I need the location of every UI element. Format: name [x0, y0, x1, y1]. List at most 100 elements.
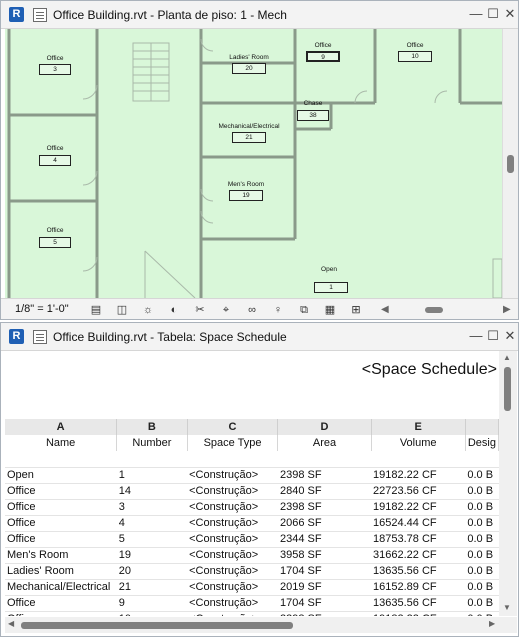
schedule-cell[interactable]: Open [5, 466, 117, 483]
column-header[interactable]: Desig [465, 435, 499, 451]
schedule-horizontal-scrollbar[interactable]: ◀ ▶ [5, 617, 517, 633]
detail-level-icon[interactable]: ▤ [89, 303, 103, 317]
schedule-row[interactable]: Office 14 <Construção> 2840 SF 22723.56 CF 0.… [5, 482, 499, 499]
floor-plan-titlebar[interactable]: R Office Building.rvt - Planta de piso: … [1, 1, 518, 29]
room-number-tag[interactable]: 9 [306, 51, 340, 62]
schedule-cell[interactable]: 1 [116, 466, 188, 483]
column-header[interactable]: Area [277, 435, 372, 451]
close-button[interactable]: ✕ [502, 328, 518, 344]
schedule-cell[interactable]: 1704 SF [277, 562, 372, 579]
room-number-tag[interactable]: 19 [229, 190, 263, 201]
schedule-cell[interactable]: 0.0 B [465, 482, 499, 499]
schedule-cell[interactable]: Men's Room [5, 546, 117, 563]
schedule-row[interactable]: Office 4 <Construção> 2066 SF 16524.44 CF 0.0… [5, 514, 499, 531]
schedule-cell[interactable]: <Construção> [187, 530, 278, 547]
schedule-grid[interactable]: <Space Schedule> A B C D E Name Number S… [5, 351, 499, 616]
schedule-cell[interactable]: 2398 SF [277, 466, 372, 483]
column-letter[interactable]: A [5, 419, 118, 435]
schedule-row[interactable]: Office 9 <Construção> 1704 SF 13635.56 CF 0.0… [5, 594, 499, 611]
plan-horizontal-scroll-thumb[interactable] [425, 307, 443, 313]
schedule-horizontal-scroll-thumb[interactable] [21, 622, 293, 629]
room-number-tag[interactable]: 3 [39, 64, 71, 75]
schedule-cell[interactable]: 2019 SF [277, 578, 372, 595]
schedule-cell[interactable]: 16152.89 CF [371, 578, 466, 595]
room-number-tag[interactable]: 38 [297, 110, 329, 121]
schedule-cell[interactable]: Office [5, 482, 117, 499]
floor-plan-canvas[interactable]: Office 3 Office 4 Office 5 Ladies' Room … [5, 29, 502, 298]
minimize-button[interactable]: — [468, 328, 484, 344]
schedule-cell[interactable]: 19 [116, 546, 188, 563]
schedule-row[interactable]: Men's Room 19 <Construção> 3958 SF 31662.22 … [5, 546, 499, 563]
schedule-cell[interactable]: 0.0 B [465, 610, 499, 616]
schedule-cell[interactable]: 0.0 B [465, 466, 499, 483]
schedule-cell[interactable]: 21 [116, 578, 188, 595]
schedule-cell[interactable]: 3958 SF [277, 546, 372, 563]
schedule-cell[interactable]: Office [5, 498, 117, 515]
schedule-cell[interactable]: 5 [116, 530, 188, 547]
schedule-row[interactable]: Ladies' Room 20 <Construção> 1704 SF 13635.5… [5, 562, 499, 579]
schedule-cell[interactable]: <Construção> [187, 498, 278, 515]
scroll-left-arrow[interactable]: ◀ [8, 619, 14, 628]
schedule-cell[interactable]: 10 [116, 610, 188, 616]
schedule-cell[interactable]: <Construção> [187, 594, 278, 611]
design-options-icon[interactable]: ▦ [323, 303, 337, 317]
schedule-cell[interactable]: 2840 SF [277, 482, 372, 499]
plan-vertical-scroll-thumb[interactable] [507, 155, 514, 173]
column-header[interactable]: Number [116, 435, 188, 451]
column-header[interactable]: Space Type [187, 435, 279, 451]
worksharing-icon[interactable]: ⧉ [297, 303, 311, 317]
schedule-row[interactable]: Office 5 <Construção> 2344 SF 18753.78 CF 0.0… [5, 530, 499, 547]
schedule-cell[interactable]: 0.0 B [465, 546, 499, 563]
schedule-cell[interactable]: 18753.78 CF [371, 530, 466, 547]
room-number-tag[interactable]: 21 [232, 132, 266, 143]
schedule-titlebar[interactable]: R Office Building.rvt - Tabela: Space Sc… [1, 323, 518, 351]
plan-scroll-left-arrow[interactable]: ◀ [381, 304, 389, 315]
scroll-right-arrow[interactable]: ▶ [489, 619, 495, 628]
schedule-cell[interactable]: Office [5, 530, 117, 547]
plan-scroll-right-arrow[interactable]: ▶ [503, 304, 511, 315]
schedule-cell[interactable]: 2398 SF [277, 498, 372, 515]
analytical-icon[interactable]: ⊞ [349, 303, 363, 317]
schedule-cell[interactable]: 3 [116, 498, 188, 515]
scroll-down-arrow[interactable]: ▼ [503, 603, 511, 612]
visual-style-icon[interactable]: ◫ [115, 303, 129, 317]
plan-vertical-scrollbar[interactable] [502, 29, 518, 298]
view-scale-selector[interactable]: 1/8" = 1'-0" [15, 303, 69, 315]
schedule-row[interactable]: Office 3 <Construção> 2398 SF 19182.22 CF 0.0… [5, 498, 499, 515]
schedule-cell[interactable]: 19182.22 CF [371, 610, 466, 616]
column-letter[interactable] [465, 419, 499, 435]
shadows-icon[interactable]: ◐ [167, 303, 181, 317]
schedule-cell[interactable]: 0.0 B [465, 562, 499, 579]
maximize-button[interactable]: ☐ [485, 328, 501, 344]
reveal-hidden-icon[interactable]: ♀ [271, 303, 285, 317]
column-letter[interactable]: B [116, 419, 188, 435]
schedule-cell[interactable]: 0.0 B [465, 530, 499, 547]
sun-path-icon[interactable]: ☼ [141, 303, 155, 317]
column-letter[interactable]: C [187, 419, 279, 435]
schedule-cell[interactable]: 0.0 B [465, 514, 499, 531]
room-number-tag[interactable]: 10 [398, 51, 432, 62]
schedule-cell[interactable]: 20 [116, 562, 188, 579]
schedule-cell[interactable]: 2398 SF [277, 610, 372, 616]
temporary-hide-icon[interactable]: ∞ [245, 303, 259, 317]
schedule-cell[interactable]: 2344 SF [277, 530, 372, 547]
room-number-tag[interactable]: 4 [39, 155, 71, 166]
schedule-cell[interactable]: Office [5, 514, 117, 531]
schedule-cell[interactable]: 19182.22 CF [371, 466, 466, 483]
schedule-cell[interactable]: Office [5, 610, 117, 616]
schedule-row[interactable]: Mechanical/Electrical 21 <Construção> 2019 … [5, 578, 499, 595]
column-letter[interactable]: D [277, 419, 372, 435]
close-button[interactable]: ✕ [502, 6, 518, 22]
minimize-button[interactable]: — [468, 6, 484, 22]
room-number-tag[interactable]: 20 [232, 63, 266, 74]
schedule-cell[interactable]: 14 [116, 482, 188, 499]
schedule-cell[interactable]: <Construção> [187, 610, 278, 616]
show-crop-icon[interactable]: ⌖ [219, 303, 233, 317]
schedule-cell[interactable]: 13635.56 CF [371, 594, 466, 611]
schedule-cell[interactable]: 22723.56 CF [371, 482, 466, 499]
schedule-cell[interactable]: <Construção> [187, 578, 278, 595]
schedule-cell[interactable]: 0.0 B [465, 594, 499, 611]
scroll-up-arrow[interactable]: ▲ [503, 353, 511, 362]
crop-view-icon[interactable]: ✂ [193, 303, 207, 317]
schedule-cell[interactable]: 9 [116, 594, 188, 611]
